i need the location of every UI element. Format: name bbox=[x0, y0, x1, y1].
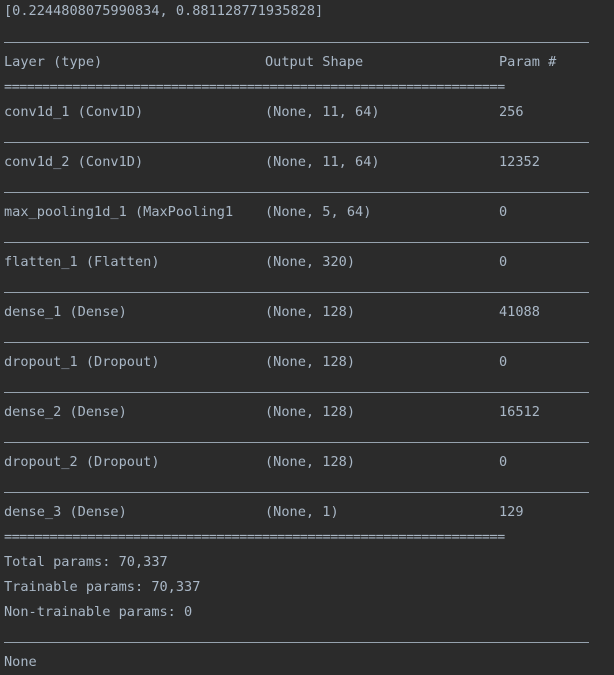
layer-name: dropout_1 (Dropout) bbox=[4, 354, 160, 370]
summary-header-row: Layer (type) Output Shape Param # bbox=[4, 50, 610, 75]
param-count: 0 bbox=[499, 204, 508, 220]
output-shape: (None, 128) bbox=[265, 354, 356, 370]
output-shape: (None, 128) bbox=[265, 404, 356, 420]
output-shape: (None, 5, 64) bbox=[265, 204, 372, 220]
header-output-shape: Output Shape bbox=[265, 54, 364, 70]
table-row: dropout_2 (Dropout) (None, 128) 0 bbox=[4, 450, 610, 475]
param-count: 12352 bbox=[499, 154, 540, 170]
param-count: 0 bbox=[499, 454, 508, 470]
output-shape: (None, 128) bbox=[265, 304, 356, 320]
separator-line bbox=[4, 475, 610, 500]
param-count: 16512 bbox=[499, 404, 540, 420]
separator-line bbox=[4, 25, 610, 50]
non-trainable-params: Non-trainable params: 0 bbox=[4, 604, 193, 620]
layer-name: conv1d_1 (Conv1D) bbox=[4, 104, 144, 120]
table-row: conv1d_1 (Conv1D) (None, 11, 64) 256 bbox=[4, 100, 610, 125]
table-row: dropout_1 (Dropout) (None, 128) 0 bbox=[4, 350, 610, 375]
output-shape: (None, 128) bbox=[265, 454, 356, 470]
layer-name: max_pooling1d_1 (MaxPooling1 bbox=[4, 204, 234, 220]
double-separator-line: ========================================… bbox=[4, 529, 505, 545]
table-row: max_pooling1d_1 (MaxPooling1 (None, 5, 6… bbox=[4, 200, 610, 225]
table-row: dense_2 (Dense) (None, 128) 16512 bbox=[4, 400, 610, 425]
separator-line bbox=[4, 325, 610, 350]
layer-name: dense_3 (Dense) bbox=[4, 504, 127, 520]
double-separator-line: ========================================… bbox=[4, 79, 505, 95]
output-shape: (None, 1) bbox=[265, 504, 339, 520]
layer-name: dense_1 (Dense) bbox=[4, 304, 127, 320]
layer-name: dropout_2 (Dropout) bbox=[4, 454, 160, 470]
evaluation-result: [0.2244808075990834, 0.881128771935828] bbox=[4, 3, 324, 19]
final-output: None bbox=[4, 654, 37, 670]
param-count: 41088 bbox=[499, 304, 540, 320]
table-row: flatten_1 (Flatten) (None, 320) 0 bbox=[4, 250, 610, 275]
header-layer-type: Layer (type) bbox=[4, 54, 103, 70]
output-shape: (None, 11, 64) bbox=[265, 154, 380, 170]
separator-line bbox=[4, 625, 610, 650]
param-count: 256 bbox=[499, 104, 524, 120]
console-output: [0.2244808075990834, 0.881128771935828] … bbox=[4, 0, 610, 675]
table-row: dense_1 (Dense) (None, 128) 41088 bbox=[4, 300, 610, 325]
output-shape: (None, 11, 64) bbox=[265, 104, 380, 120]
header-param-count: Param # bbox=[499, 54, 557, 70]
total-params: Total params: 70,337 bbox=[4, 554, 168, 570]
output-shape: (None, 320) bbox=[265, 254, 356, 270]
separator-line bbox=[4, 125, 610, 150]
param-count: 0 bbox=[499, 254, 508, 270]
trainable-params: Trainable params: 70,337 bbox=[4, 579, 201, 595]
separator-line bbox=[4, 275, 610, 300]
separator-line bbox=[4, 425, 610, 450]
table-row: dense_3 (Dense) (None, 1) 129 bbox=[4, 500, 610, 525]
layer-name: conv1d_2 (Conv1D) bbox=[4, 154, 144, 170]
separator-line bbox=[4, 375, 610, 400]
param-count: 0 bbox=[499, 354, 508, 370]
layer-name: dense_2 (Dense) bbox=[4, 404, 127, 420]
separator-line bbox=[4, 225, 610, 250]
table-row: conv1d_2 (Conv1D) (None, 11, 64) 12352 bbox=[4, 150, 610, 175]
separator-line bbox=[4, 175, 610, 200]
param-count: 129 bbox=[499, 504, 524, 520]
layer-name: flatten_1 (Flatten) bbox=[4, 254, 160, 270]
